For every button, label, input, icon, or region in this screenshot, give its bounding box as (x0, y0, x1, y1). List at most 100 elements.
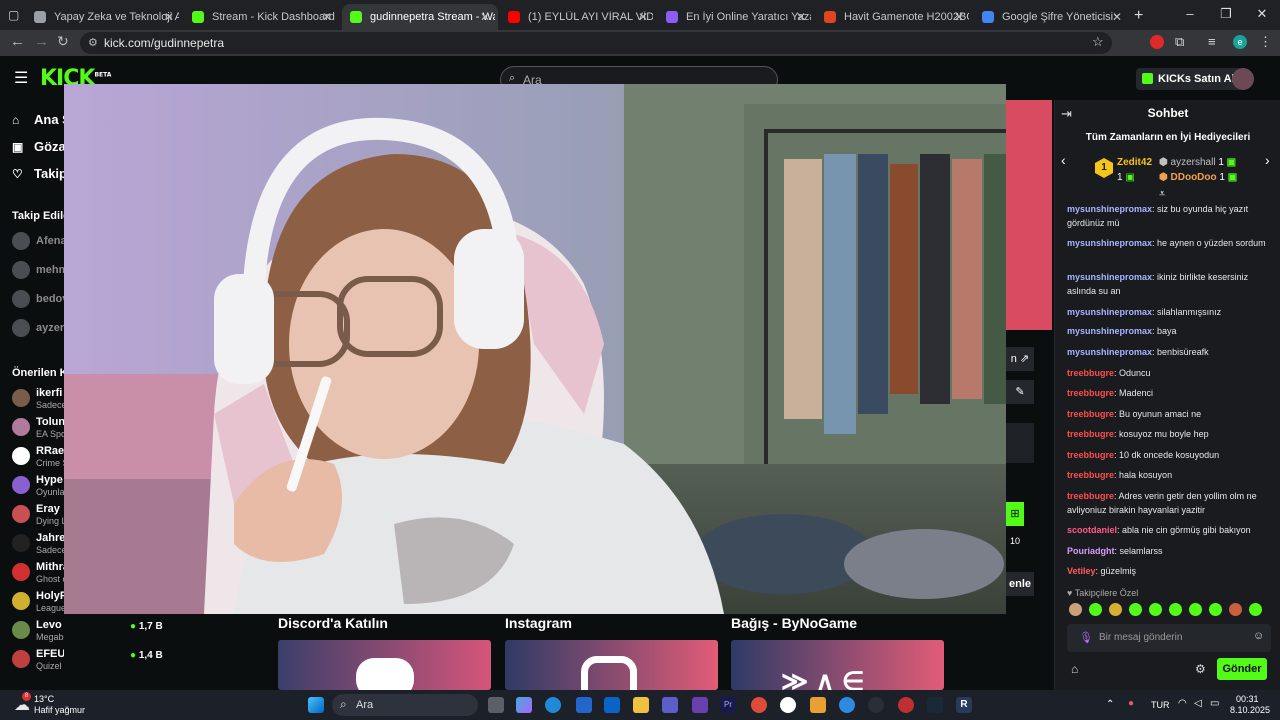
emote-icon[interactable] (1209, 603, 1222, 616)
wifi-icon[interactable]: ◠ (1178, 698, 1187, 709)
followed-channel[interactable]: mehme (12, 257, 64, 283)
followed-channel[interactable]: bedov (12, 286, 64, 312)
chat-settings-icon[interactable]: ⚙ (1195, 662, 1206, 676)
emote-icon[interactable] (1189, 603, 1202, 616)
buy-kicks-button[interactable]: KICKs Satın Al (1136, 68, 1243, 90)
emote-icon[interactable] (1229, 603, 1242, 616)
reload-icon[interactable]: ↻ (57, 33, 69, 50)
recommended-channel[interactable]: Hype Oyunla (12, 472, 64, 498)
recommended-channel[interactable]: TolunaEA Spo (12, 414, 64, 440)
gifter-3-name[interactable]: ⬢ DDooDoo 1 ▣ (1159, 172, 1237, 183)
chat-username[interactable]: mysunshinepromax (1067, 307, 1152, 317)
taskbar-search[interactable]: ⌕ Ara (332, 694, 478, 716)
recommended-channel[interactable]: RRaenCrime S (12, 443, 64, 469)
tray-chevron-icon[interactable]: ⌃ (1106, 699, 1114, 710)
recommended-channel[interactable]: Eray Dying L (12, 501, 64, 527)
recommended-channel[interactable]: LevoMegabonk (12, 617, 64, 643)
volume-icon[interactable]: ◁ (1194, 698, 1202, 709)
chat-username[interactable]: treebbugre (1067, 368, 1114, 378)
chat-username[interactable]: mysunshinepromax (1067, 238, 1152, 248)
bookmark-star-icon[interactable]: ☆ (1092, 34, 1104, 50)
discord-panel-image[interactable] (278, 640, 491, 690)
chat-username[interactable]: treebbugre (1067, 450, 1114, 460)
gifters-next-icon[interactable]: › (1265, 152, 1270, 168)
copilot-icon[interactable] (516, 697, 532, 713)
followed-channel[interactable]: Afena (12, 228, 64, 254)
clock-time[interactable]: 00:31 (1236, 694, 1259, 704)
emote-icon[interactable] (1169, 603, 1182, 616)
chat-username[interactable]: Vetiley (1067, 566, 1096, 576)
gift-button[interactable]: ⊞ (1006, 502, 1024, 526)
tab-list-icon[interactable]: ⌄ (1112, 7, 1121, 20)
maximize-button[interactable]: ❐ (1208, 0, 1244, 30)
nav-home[interactable]: ⌂ Ana Sayfa (12, 112, 64, 127)
browser-tab[interactable]: gudinnepetra Stream - Watch Liv✕ (342, 4, 498, 30)
chat-username[interactable]: scootdaniel (1067, 525, 1117, 535)
recommended-channel[interactable]: HolyPlLeague (12, 588, 64, 614)
close-tab-icon[interactable]: ✕ (480, 10, 490, 24)
clock-date[interactable]: 8.10.2025 (1230, 705, 1270, 715)
steam-icon[interactable] (927, 697, 943, 713)
chat-username[interactable]: treebbugre (1067, 388, 1114, 398)
instagram-panel-image[interactable] (505, 640, 718, 690)
side-action-button-1[interactable]: n ⇗ (1006, 347, 1034, 371)
chat-username[interactable]: mysunshinepromax (1067, 272, 1152, 282)
yandex-icon[interactable] (780, 697, 796, 713)
minimize-button[interactable]: – (1172, 0, 1208, 30)
store-icon[interactable]: ⌂ (1071, 662, 1078, 676)
chat-username[interactable]: treebbugre (1067, 470, 1114, 480)
recommended-channel[interactable]: EFEUYGACQuizel (12, 646, 64, 672)
browser-menu-icon[interactable]: ⋮ (1259, 34, 1272, 50)
browser-tab[interactable]: Stream - Kick Dashboard ✕ (184, 4, 340, 30)
gifters-prev-icon[interactable]: ‹ (1061, 152, 1066, 168)
browser-tab[interactable]: (1) EYLÜL AYI VİRAL VİDEOLARI✕ (500, 4, 656, 30)
microphone-icon[interactable]: 🎙︎ (1079, 631, 1093, 644)
close-tab-icon[interactable]: ✕ (164, 10, 174, 24)
site-info-icon[interactable]: ⚙ (88, 36, 98, 49)
close-tab-icon[interactable]: ✕ (322, 10, 332, 24)
address-bar[interactable]: ⚙ kick.com/gudinnepetra ☆ (80, 32, 1112, 54)
back-icon[interactable]: ← (10, 33, 25, 50)
chat-username[interactable]: treebbugre (1067, 409, 1114, 419)
tab-search-icon[interactable]: ▢ (8, 8, 19, 22)
edge-dev-icon[interactable] (839, 697, 855, 713)
close-tab-icon[interactable]: ✕ (638, 10, 648, 24)
browser-tab[interactable]: Yapay Zeka ve Teknoloji Akadem✕ (26, 4, 182, 30)
recommended-channel[interactable]: ikerfi Sadece (12, 385, 64, 411)
edge-icon[interactable] (545, 697, 561, 713)
app-icon[interactable] (898, 697, 914, 713)
gifter-1-name[interactable]: Zedit42 (1117, 157, 1152, 168)
start-button-icon[interactable] (308, 697, 324, 713)
language-indicator[interactable]: TUR (1151, 700, 1170, 710)
battery-icon[interactable]: ▭ (1210, 698, 1219, 709)
donation-panel-image[interactable]: ≫ ∧ ∈ (731, 640, 944, 690)
nav-following[interactable]: ♡ Takip Edilenler (12, 166, 64, 181)
emote-icon[interactable] (1069, 603, 1082, 616)
new-tab-button[interactable]: + (1134, 7, 1143, 25)
emote-icon[interactable] (1089, 603, 1102, 616)
rockstar-icon[interactable]: R (956, 697, 972, 713)
teams-icon[interactable] (662, 697, 678, 713)
chat-username[interactable]: Pouriadght (1067, 546, 1115, 556)
chat-username[interactable]: mysunshinepromax (1067, 326, 1152, 336)
extension-icon[interactable] (1150, 35, 1164, 49)
emote-icon[interactable] (1249, 603, 1262, 616)
expand-gifters-icon[interactable]: ⩡ (1159, 188, 1165, 201)
outlook-icon[interactable] (604, 697, 620, 713)
emote-icon[interactable] (1149, 603, 1162, 616)
visual-studio-icon[interactable] (692, 697, 708, 713)
profile-avatar[interactable]: e (1233, 35, 1247, 49)
store-app-icon[interactable] (576, 697, 592, 713)
chat-username[interactable]: mysunshinepromax (1067, 347, 1152, 357)
browser-tab[interactable]: En İyi Online Yaratıcı Yazarlık Ku✕ (658, 4, 814, 30)
emoji-icon[interactable]: ☺ (1253, 630, 1264, 642)
nav-browse[interactable]: ▣ Gözat (12, 139, 64, 154)
gifter-2-name[interactable]: ⬢ ayzershall 1 ▣ (1159, 157, 1236, 168)
chrome-icon[interactable] (751, 697, 767, 713)
forward-icon[interactable]: → (34, 33, 49, 50)
chat-message-input[interactable]: 🎙︎ Bir mesaj gönderin ☺ (1067, 624, 1271, 652)
chat-username[interactable]: treebbugre (1067, 429, 1114, 439)
user-avatar[interactable] (1232, 68, 1254, 90)
emote-icon[interactable] (1109, 603, 1122, 616)
close-tab-icon[interactable]: ✕ (954, 10, 964, 24)
